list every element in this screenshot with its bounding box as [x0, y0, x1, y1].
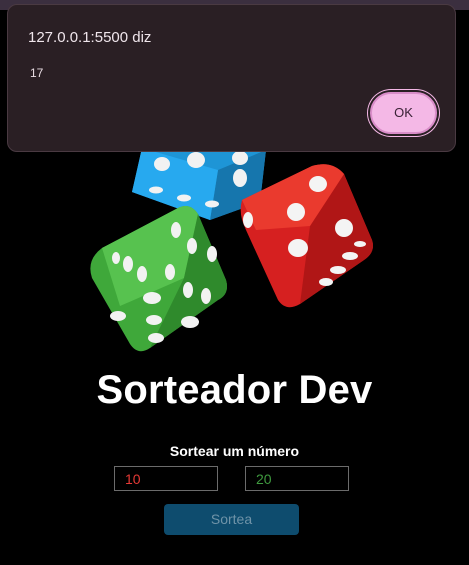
dialog-origin-title: 127.0.0.1:5500 diz [28, 29, 152, 46]
min-number-input[interactable] [114, 466, 218, 491]
dialog-message: 17 [30, 66, 44, 80]
green-die-icon [90, 206, 227, 352]
dice-image [90, 130, 373, 352]
draw-button[interactable]: Sortea [164, 504, 299, 535]
subtitle-label: Sortear um número [169, 443, 300, 459]
ok-button[interactable]: OK [370, 92, 437, 134]
alert-dialog: 127.0.0.1:5500 diz 17 OK [7, 4, 456, 152]
max-number-input[interactable] [245, 466, 349, 491]
page-title: Sorteador Dev [96, 368, 373, 412]
